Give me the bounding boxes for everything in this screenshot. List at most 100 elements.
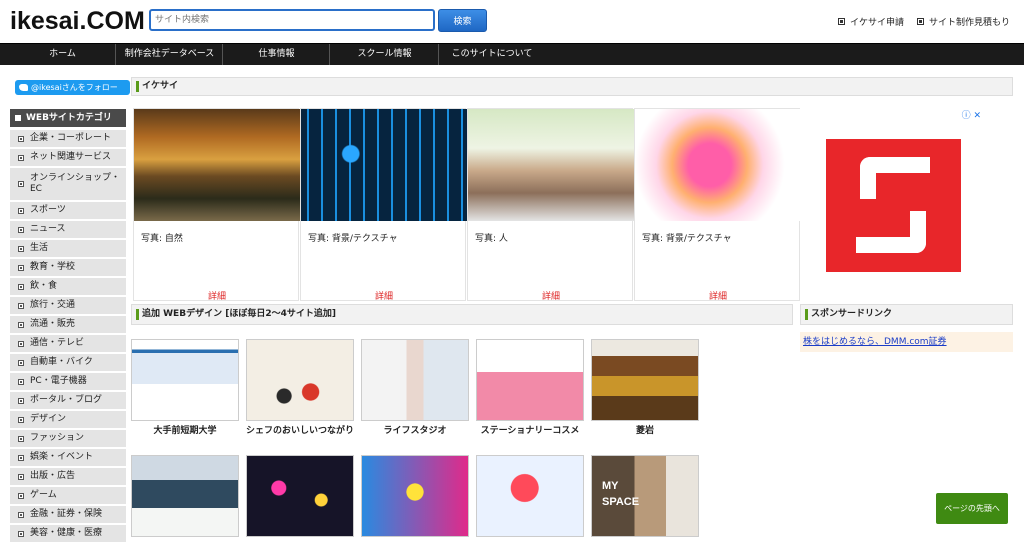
photo-card[interactable]: 写真: 人 詳細 xyxy=(467,108,634,302)
sidebar-category-item[interactable]: デザイン xyxy=(10,411,126,429)
site-thumbnail[interactable] xyxy=(361,339,469,421)
sidebar-category-label: 生活 xyxy=(30,243,49,253)
square-bullet-icon xyxy=(18,511,24,518)
sidebar-category-label: 旅行・交通 xyxy=(30,300,76,310)
sidebar-category-item[interactable]: 金融・証券・保険 xyxy=(10,506,126,524)
sidebar-category-item[interactable]: 美容・健康・医療 xyxy=(10,525,126,543)
sidebar-category-item[interactable]: 流通・販売 xyxy=(10,316,126,334)
sidebar-category-item[interactable]: 企業・コーポレート xyxy=(10,130,126,148)
photo-caption: 写真: 人 xyxy=(475,234,508,244)
twitter-follow-label: @ikesaiさんをフォロー xyxy=(31,83,118,92)
ad-brand-logo-icon[interactable] xyxy=(826,139,961,272)
sidebar-category-item[interactable]: オンラインショップ・EC xyxy=(10,168,126,201)
square-bullet-icon xyxy=(917,18,924,25)
section-title: イケサイ xyxy=(132,78,1012,95)
estimate-link[interactable]: サイト制作見積もり xyxy=(917,15,1010,28)
circuit-photo-icon[interactable] xyxy=(301,109,467,221)
square-bullet-icon xyxy=(18,530,24,537)
site-name[interactable]: ステーショナリーコスメ xyxy=(470,423,590,436)
square-bullet-icon xyxy=(18,226,24,233)
sidebar-category-label: 金融・証券・保険 xyxy=(30,509,103,519)
sidebar-category-label: 自動車・バイク xyxy=(30,357,93,367)
sidebar-category-label: スポーツ xyxy=(30,205,66,215)
page-top-button[interactable]: ページの先頭へ xyxy=(936,493,1008,524)
sidebar-category-label: 流通・販売 xyxy=(30,319,76,329)
sidebar-category-item[interactable]: ゲーム xyxy=(10,487,126,505)
nav-item-home[interactable]: ホーム xyxy=(10,44,116,65)
sidebar-category-item[interactable]: 飲・食 xyxy=(10,278,126,296)
detail-link[interactable]: 詳細 xyxy=(468,289,634,302)
sidebar-category-label: ファッション xyxy=(30,433,85,443)
sidebar-category-item[interactable]: ポータル・ブログ xyxy=(10,392,126,410)
sidebar-category-item[interactable]: ニュース xyxy=(10,221,126,239)
nav-item-company-db[interactable]: 制作会社データベース xyxy=(117,44,223,65)
sidebar-category-item[interactable]: 出版・広告 xyxy=(10,468,126,486)
sidebar-category-item[interactable]: スポーツ xyxy=(10,202,126,220)
site-thumbnail[interactable] xyxy=(361,455,469,537)
square-bullet-icon xyxy=(18,454,24,461)
sponsor-link[interactable]: 株をはじめるなら、DMM.com証券 xyxy=(800,332,1013,352)
nav-item-about[interactable]: このサイトについて xyxy=(440,44,544,65)
site-thumbnail[interactable] xyxy=(246,455,354,537)
sidebar-category-label: 飲・食 xyxy=(30,281,58,291)
color-splash-photo-icon[interactable] xyxy=(635,109,801,221)
detail-link[interactable]: 詳細 xyxy=(301,289,467,302)
section-header-sponsor: スポンサードリンク xyxy=(800,304,1013,325)
square-bullet-icon xyxy=(18,207,24,214)
nav-item-school[interactable]: スクール情報 xyxy=(331,44,439,65)
sidebar-category-label: PC・電子機器 xyxy=(30,376,87,386)
sidebar-category-item[interactable]: PC・電子機器 xyxy=(10,373,126,391)
apply-link[interactable]: イケサイ申請 xyxy=(838,15,904,28)
site-logo[interactable]: ikesai.COM xyxy=(10,8,145,34)
photo-card[interactable]: 写真: 背景/テクスチャ 詳細 xyxy=(300,108,467,302)
square-bullet-icon xyxy=(18,378,24,385)
site-thumbnail[interactable] xyxy=(131,455,239,537)
nav-item-jobs[interactable]: 仕事情報 xyxy=(224,44,330,65)
nature-photo-icon[interactable] xyxy=(134,109,300,221)
sidebar-category-label: 企業・コーポレート xyxy=(30,133,112,143)
sidebar-category-label: 出版・広告 xyxy=(30,471,76,481)
sidebar-category-item[interactable]: 娯楽・イベント xyxy=(10,449,126,467)
people-photo-icon[interactable] xyxy=(468,109,634,221)
sidebar-category-item[interactable]: ファッション xyxy=(10,430,126,448)
ad-info-close-icon[interactable]: ⓘ ✕ xyxy=(962,108,981,121)
square-bullet-icon xyxy=(18,154,24,161)
sidebar-category-item[interactable]: 自動車・バイク xyxy=(10,354,126,372)
search-button[interactable]: 検索 xyxy=(438,9,487,32)
sidebar-category-label: ネット関連サービス xyxy=(30,152,112,162)
site-thumbnail[interactable] xyxy=(476,339,584,421)
apply-link-label: イケサイ申請 xyxy=(850,18,905,28)
photo-card[interactable]: 写真: 自然 詳細 xyxy=(133,108,300,302)
photo-card[interactable]: 写真: 背景/テクスチャ 詳細 xyxy=(634,108,801,302)
sidebar-category-item[interactable]: ネット関連サービス xyxy=(10,149,126,167)
header: ikesai.COM 検索 イケサイ申請 サイト制作見積もり xyxy=(0,0,1024,44)
sidebar-category-label: ポータル・ブログ xyxy=(30,395,103,405)
section-title: スポンサードリンク xyxy=(801,305,1012,324)
site-thumbnail[interactable] xyxy=(246,339,354,421)
sidebar-category-item[interactable]: 教育・学校 xyxy=(10,259,126,277)
site-thumbnail[interactable] xyxy=(591,339,699,421)
detail-link[interactable]: 詳細 xyxy=(635,289,801,302)
sidebar-category-label: 美容・健康・医療 xyxy=(30,528,103,538)
site-name[interactable]: 菱岩 xyxy=(585,423,705,436)
site-thumbnail[interactable] xyxy=(131,339,239,421)
site-name[interactable]: ライフスタジオ xyxy=(355,423,475,436)
sidebar-category-item[interactable]: 旅行・交通 xyxy=(10,297,126,315)
sidebar-category-label: ニュース xyxy=(30,224,66,234)
section-header-web-design: 追加 WEBデザイン [ほぼ毎日2〜4サイト追加] xyxy=(131,304,793,325)
site-name[interactable]: シェフのおいしいつながり xyxy=(240,423,360,436)
sidebar-category-item[interactable]: 通信・テレビ xyxy=(10,335,126,353)
site-thumbnail[interactable]: MY SPACE xyxy=(591,455,699,537)
search-input[interactable] xyxy=(149,9,435,31)
section-header-ikesai: イケサイ xyxy=(131,77,1013,96)
site-name[interactable]: 大手前短期大学 xyxy=(125,423,245,436)
ad-box[interactable]: ⓘ ✕ xyxy=(802,108,985,301)
sidebar-category-label: 通信・テレビ xyxy=(30,338,85,348)
detail-link[interactable]: 詳細 xyxy=(134,289,300,302)
square-bullet-icon xyxy=(18,302,24,309)
square-bullet-icon xyxy=(18,264,24,271)
logo-stroke xyxy=(856,211,926,253)
twitter-follow-button[interactable]: @ikesaiさんをフォロー xyxy=(15,80,130,95)
site-thumbnail[interactable] xyxy=(476,455,584,537)
sidebar-category-item[interactable]: 生活 xyxy=(10,240,126,258)
